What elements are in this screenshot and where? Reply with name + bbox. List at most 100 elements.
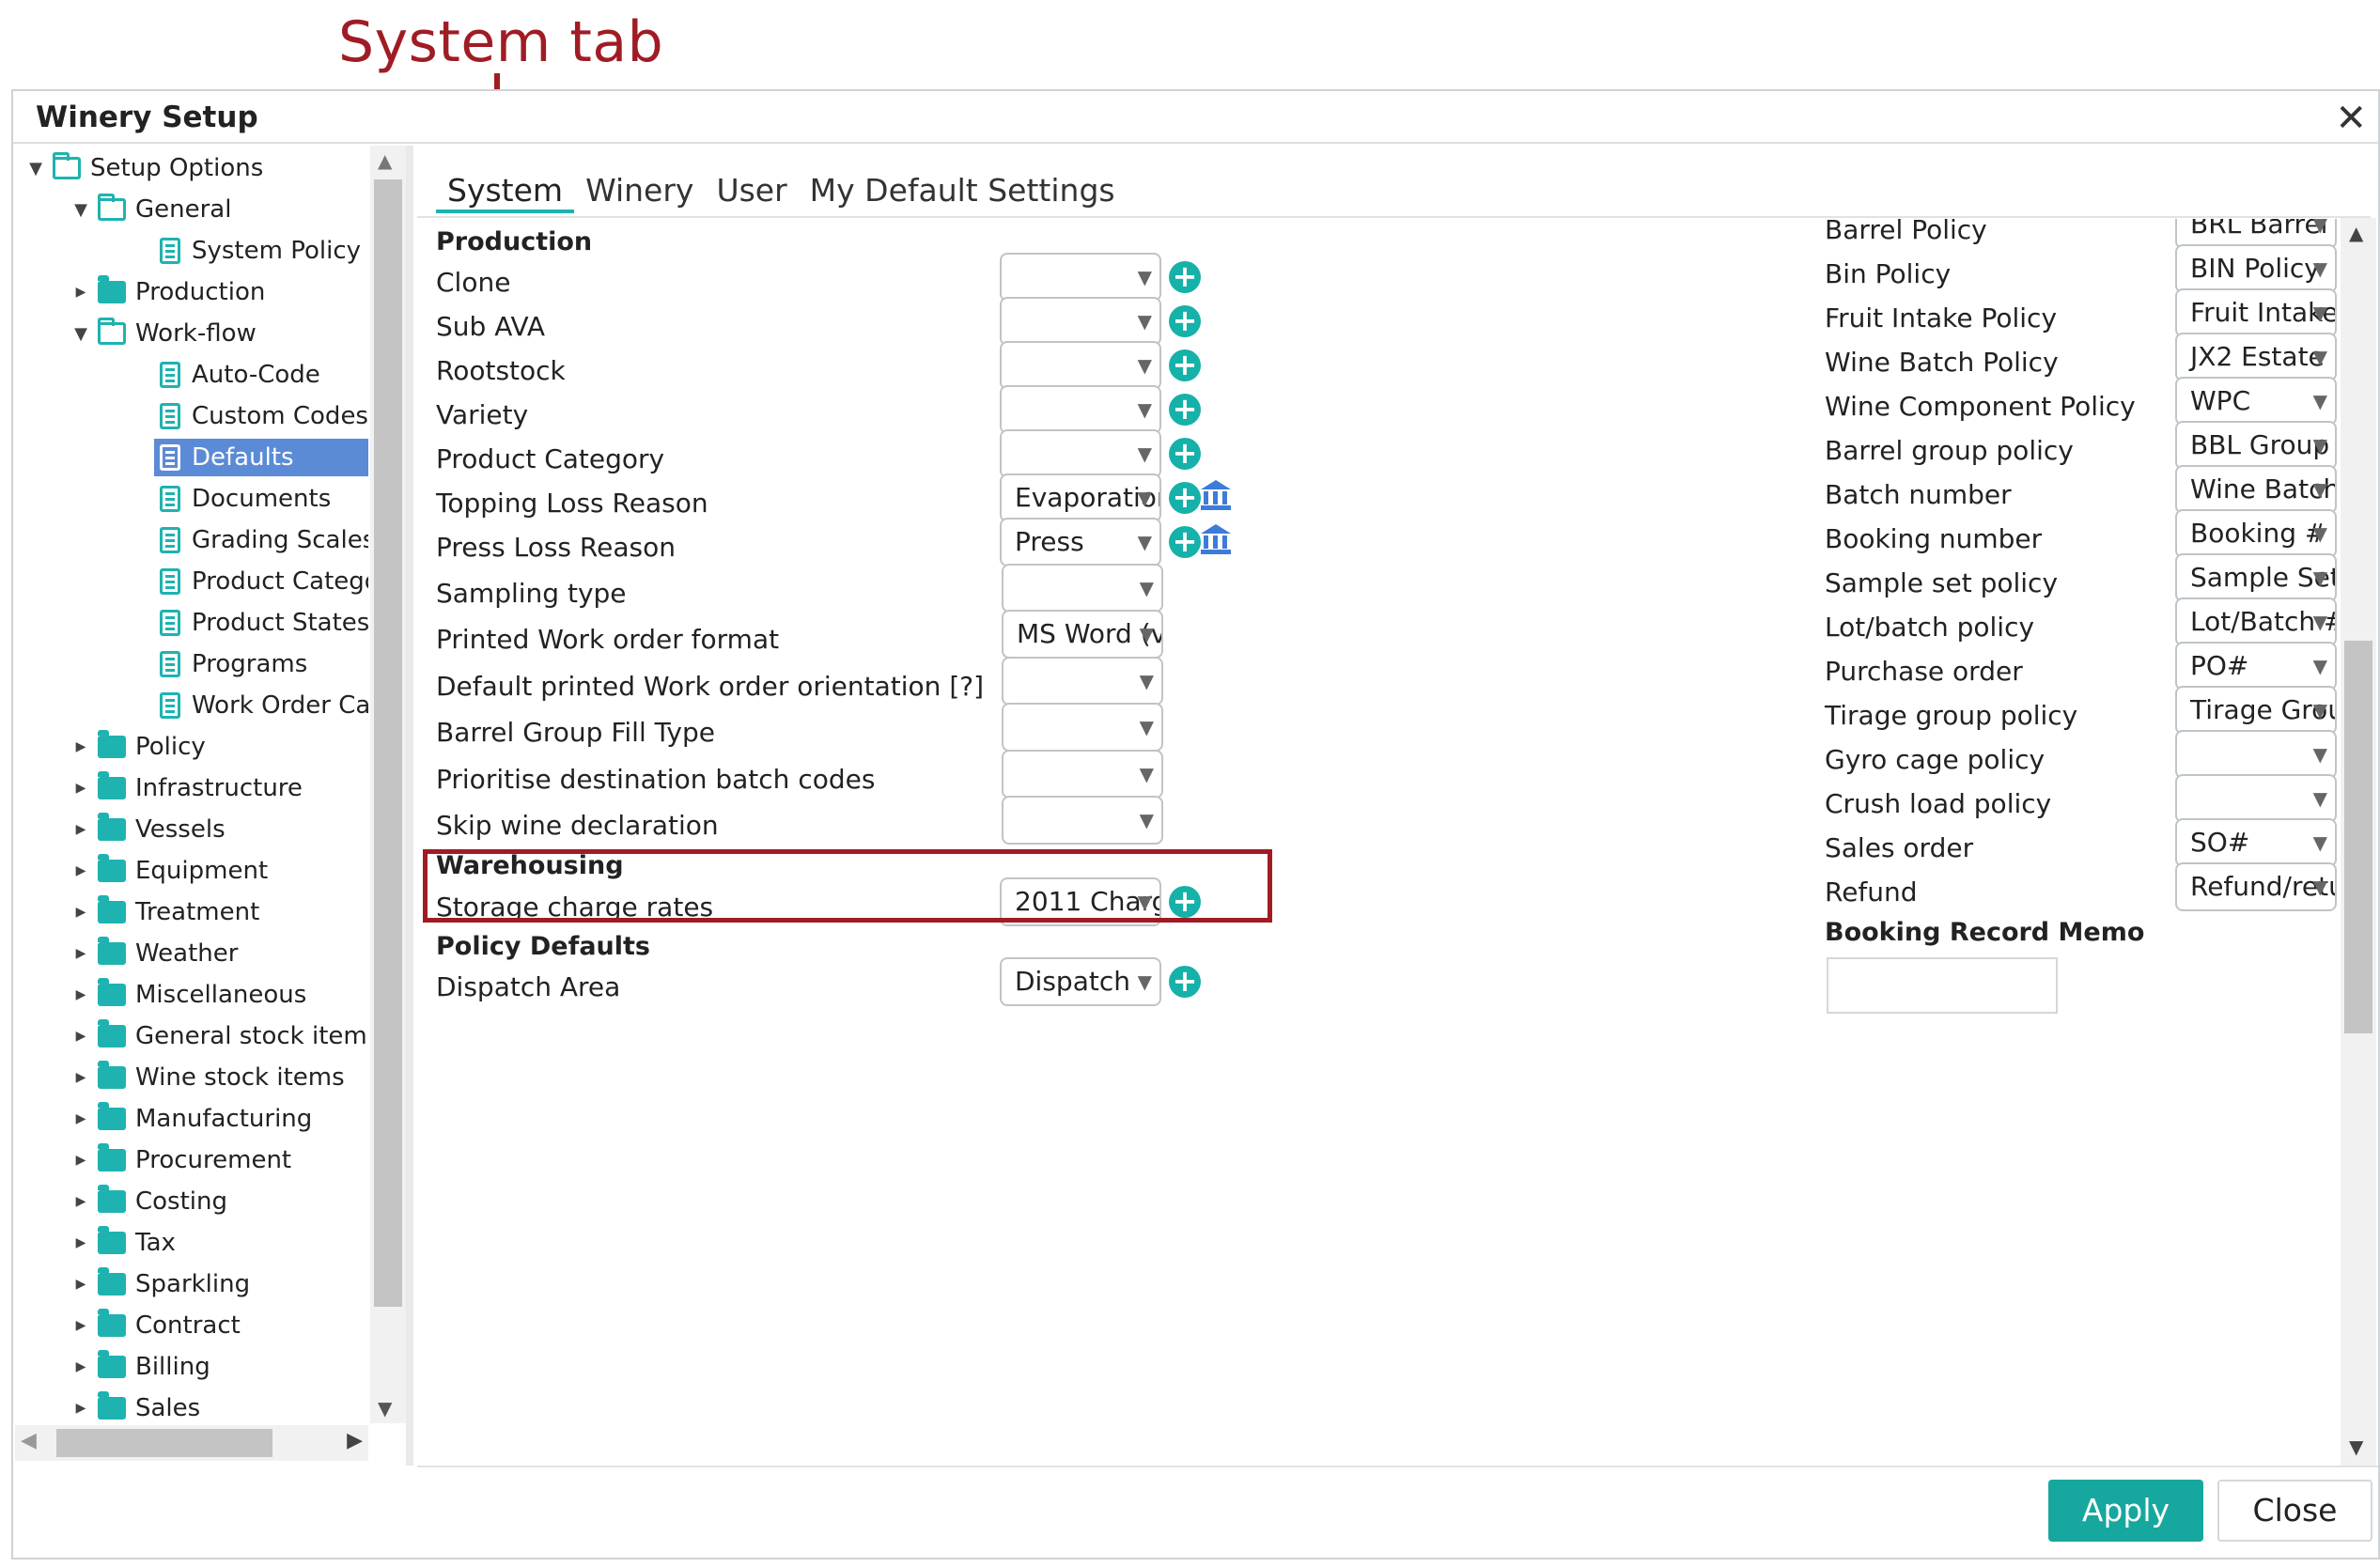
select-lot-batch-policy[interactable]: Lot/Batch # ▼ xyxy=(2175,597,2337,646)
dropdown-caret-icon[interactable]: ▼ xyxy=(2313,467,2327,512)
scrollbar-thumb[interactable] xyxy=(2344,641,2372,1033)
select-refund[interactable]: Refund/return#▼ xyxy=(2175,862,2337,911)
select-barrel-group-fill-type[interactable]: ▼ xyxy=(1002,703,1163,752)
dropdown-caret-icon[interactable]: ▼ xyxy=(2313,334,2327,380)
select-prioritise-destination-batch-codes[interactable]: ▼ xyxy=(1002,750,1163,799)
dropdown-caret-icon[interactable]: ▼ xyxy=(2313,599,2327,644)
tree-item-product-states[interactable]: Product States xyxy=(154,604,368,642)
select-printed-work-order-format[interactable]: MS Word (v6+)▼ xyxy=(1002,610,1163,659)
caret-right-icon[interactable]: ▶ xyxy=(71,822,90,837)
tree-item-manufacturing[interactable]: ▶ Manufacturing xyxy=(71,1100,312,1138)
select-sampling-type[interactable]: ▼ xyxy=(1002,564,1163,613)
tab-winery[interactable]: Winery xyxy=(574,172,705,213)
tab-user[interactable]: User xyxy=(705,172,798,213)
select-sample-set-policy[interactable]: Sample Set #▼ xyxy=(2175,553,2337,602)
dropdown-caret-icon[interactable]: ▼ xyxy=(2313,511,2327,556)
scroll-up-icon[interactable]: ▲ xyxy=(2349,222,2363,244)
tree-item-wine-stock-items[interactable]: ▶ Wine stock items xyxy=(71,1059,345,1096)
caret-right-icon[interactable]: ▶ xyxy=(71,946,90,961)
caret-right-icon[interactable]: ▶ xyxy=(71,1029,90,1044)
select-default-printed-work-order-orientation[interactable]: ▼ xyxy=(1002,657,1163,706)
select-clone[interactable]: ▼ xyxy=(1000,253,1161,302)
dropdown-caret-icon[interactable]: ▼ xyxy=(2313,290,2327,335)
select-dispatch-area[interactable]: Dispatch ▼ xyxy=(1000,957,1161,1006)
scroll-up-icon[interactable]: ▲ xyxy=(378,149,392,172)
dropdown-caret-icon[interactable]: ▼ xyxy=(2313,820,2327,865)
dropdown-caret-icon[interactable]: ▼ xyxy=(2313,776,2327,821)
dropdown-caret-icon[interactable]: ▼ xyxy=(1138,431,1152,476)
caret-right-icon[interactable]: ▶ xyxy=(71,1194,90,1209)
dropdown-caret-icon[interactable]: ▼ xyxy=(1140,752,1154,797)
dropdown-caret-icon[interactable]: ▼ xyxy=(1138,959,1152,1004)
select-booking-number[interactable]: Booking # ▼ xyxy=(2175,509,2337,558)
dropdown-caret-icon[interactable]: ▼ xyxy=(2313,246,2327,291)
tree-item-sparkling[interactable]: ▶ Sparkling xyxy=(71,1265,250,1303)
select-sales-order[interactable]: SO# ▼ xyxy=(2175,818,2337,867)
add-icon[interactable]: + xyxy=(1169,526,1201,558)
select-bin-policy[interactable]: BIN Policy ▼ xyxy=(2175,244,2337,293)
caret-down-icon[interactable]: ▼ xyxy=(71,324,90,344)
tree-item-treatment[interactable]: ▶ Treatment xyxy=(71,893,259,931)
tree-item-sales[interactable]: ▶ Sales xyxy=(71,1389,200,1423)
tree-item-setup-options[interactable]: ▼ Setup Options xyxy=(26,149,263,187)
tree-item-billing[interactable]: ▶ Billing xyxy=(71,1348,210,1386)
booking-record-memo-textarea[interactable] xyxy=(1827,957,2058,1014)
select-tirage-group-policy[interactable]: Tirage Group▼ xyxy=(2175,686,2337,735)
dropdown-caret-icon[interactable]: ▼ xyxy=(2313,379,2327,424)
tab-system[interactable]: System xyxy=(436,172,575,213)
select-rootstock[interactable]: ▼ xyxy=(1000,341,1161,390)
tree-item-work-flow[interactable]: ▼ Work-flow xyxy=(71,315,257,352)
tree-item-miscellaneous[interactable]: ▶ Miscellaneous xyxy=(71,976,306,1014)
tree-item-vessels[interactable]: ▶ Vessels xyxy=(71,811,226,848)
tree-item-contract[interactable]: ▶ Contract xyxy=(71,1307,241,1344)
select-batch-number[interactable]: Wine Batch Policy▼ xyxy=(2175,465,2337,514)
scroll-left-icon[interactable]: ◀ xyxy=(21,1429,37,1452)
tree-item-equipment[interactable]: ▶ Equipment xyxy=(71,852,268,890)
dropdown-caret-icon[interactable]: ▼ xyxy=(2313,732,2327,777)
tree-item-product-catego[interactable]: Product Catego xyxy=(154,563,368,600)
close-icon[interactable]: ✕ xyxy=(2335,97,2367,140)
caret-right-icon[interactable]: ▶ xyxy=(71,1359,90,1374)
caret-right-icon[interactable]: ▶ xyxy=(71,863,90,878)
caret-right-icon[interactable]: ▶ xyxy=(71,1111,90,1126)
tree-item-tax[interactable]: ▶ Tax xyxy=(71,1224,176,1262)
select-skip-wine-declaration[interactable]: ▼ xyxy=(1002,796,1163,845)
tree-item-policy[interactable]: ▶ Policy xyxy=(71,728,206,766)
caret-right-icon[interactable]: ▶ xyxy=(71,1318,90,1333)
dropdown-caret-icon[interactable]: ▼ xyxy=(1138,387,1152,432)
dropdown-caret-icon[interactable]: ▼ xyxy=(2313,423,2327,468)
select-variety[interactable]: ▼ xyxy=(1000,385,1161,434)
dropdown-caret-icon[interactable]: ▼ xyxy=(1138,520,1152,565)
select-sub-ava[interactable]: ▼ xyxy=(1000,297,1161,346)
tree-item-grading-scales[interactable]: Grading Scales xyxy=(154,521,368,559)
add-icon[interactable]: + xyxy=(1169,261,1201,293)
select-wine-batch-policy[interactable]: JX2 Estate Batch▼ xyxy=(2175,333,2337,381)
scrollbar-thumb[interactable] xyxy=(56,1429,272,1457)
dropdown-caret-icon[interactable]: ▼ xyxy=(1138,475,1152,520)
select-fruit-intake-policy[interactable]: Fruit Intake Policy▼ xyxy=(2175,288,2337,337)
add-icon[interactable]: + xyxy=(1169,482,1201,514)
tab-my-default-settings[interactable]: My Default Settings xyxy=(799,172,1127,213)
caret-right-icon[interactable]: ▶ xyxy=(71,781,90,796)
tree-item-general-stock-items[interactable]: ▶ General stock items xyxy=(71,1017,368,1055)
dropdown-caret-icon[interactable]: ▼ xyxy=(1140,798,1154,843)
close-button[interactable]: Close xyxy=(2217,1480,2372,1542)
select-wine-component-policy[interactable]: WPC ▼ xyxy=(2175,377,2337,426)
caret-right-icon[interactable]: ▶ xyxy=(71,285,90,300)
institution-icon[interactable] xyxy=(1201,480,1231,512)
tree-item-auto-code[interactable]: Auto-Code xyxy=(154,356,320,394)
tree-item-work-order-cat[interactable]: Work Order Cat xyxy=(154,687,368,724)
select-press-loss-reason[interactable]: Press ▼ xyxy=(1000,518,1161,566)
tree-item-programs[interactable]: Programs xyxy=(154,645,307,683)
add-icon[interactable]: + xyxy=(1169,966,1201,998)
dropdown-caret-icon[interactable]: ▼ xyxy=(1138,255,1152,300)
select-gyro-cage-policy[interactable]: ▼ xyxy=(2175,730,2337,779)
tree-item-weather[interactable]: ▶ Weather xyxy=(71,935,238,972)
form-vertical-scrollbar[interactable]: ▲ ▼ xyxy=(2341,218,2376,1466)
dropdown-caret-icon[interactable]: ▼ xyxy=(1138,299,1152,344)
add-icon[interactable]: + xyxy=(1169,349,1201,381)
dropdown-caret-icon[interactable]: ▼ xyxy=(1138,343,1152,388)
tree-item-custom-codes[interactable]: Custom Codes xyxy=(154,397,368,435)
scroll-down-icon[interactable]: ▼ xyxy=(2349,1435,2363,1458)
add-icon[interactable]: + xyxy=(1169,305,1201,337)
